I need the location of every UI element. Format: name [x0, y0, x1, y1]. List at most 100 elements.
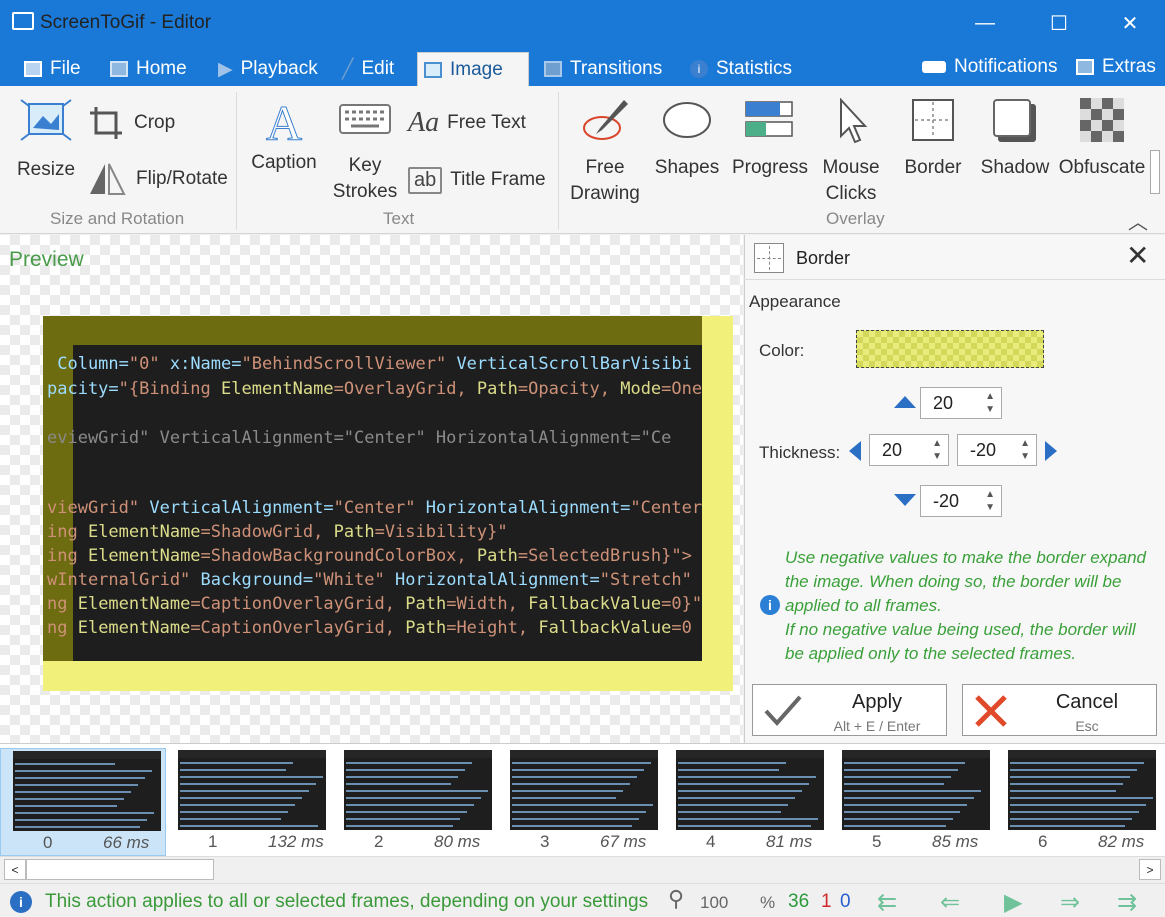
frame-code-line — [15, 826, 140, 828]
frame-code-line — [844, 804, 967, 806]
frame-thumbnail[interactable]: 6 82 ms — [996, 748, 1162, 856]
code-line: ng ElementName=CaptionOverlayGrid, Path=… — [47, 594, 702, 614]
close-panel-button[interactable]: ✕ — [1126, 242, 1149, 270]
frame-code-line — [1010, 811, 1139, 813]
tab-edit[interactable]: ╱ Edit — [336, 52, 400, 86]
more-tools-icon[interactable] — [1150, 150, 1160, 194]
flip-rotate-button[interactable]: Flip/Rotate — [88, 160, 238, 198]
frame-code-line — [346, 804, 474, 806]
left-thickness-input[interactable]: 20 ▲ ▼ — [869, 434, 949, 466]
play-icon[interactable]: ▶ — [1004, 888, 1022, 917]
apply-button[interactable]: Apply Alt + E / Enter — [752, 684, 947, 736]
minimize-button[interactable]: — — [960, 0, 1010, 46]
frame-code-line — [180, 797, 302, 799]
progress-button[interactable]: Progress — [730, 98, 810, 188]
frame-thumbnail[interactable]: 0 66 ms — [0, 748, 166, 856]
frame-thumbnail[interactable]: 2 80 ms — [332, 748, 498, 856]
frame-thumbnail[interactable]: 5 85 ms — [830, 748, 996, 856]
frame-thumbnail[interactable]: 1 132 ms — [166, 748, 332, 856]
scroll-left-button[interactable]: < — [4, 859, 26, 880]
save-icon — [24, 61, 42, 77]
frame-code-line — [1010, 776, 1130, 778]
right-thickness-input[interactable]: -20 ▲ ▼ — [957, 434, 1037, 466]
ellipse-icon — [663, 102, 711, 138]
frame-code-line — [678, 783, 809, 785]
frame-delay: 67 ms — [600, 832, 647, 851]
obfuscate-button[interactable]: Obfuscate — [1058, 98, 1146, 188]
close-button[interactable]: ✕ — [1105, 0, 1155, 46]
shapes-button[interactable]: Shapes — [652, 98, 722, 188]
border-icon — [912, 99, 954, 141]
frame-code-line — [15, 784, 138, 786]
tab-file[interactable]: File — [18, 52, 87, 86]
cancel-button[interactable]: Cancel Esc — [962, 684, 1157, 736]
top-thickness-input[interactable]: 20 ▲ ▼ — [920, 387, 1002, 419]
frame-code-line — [512, 776, 637, 778]
frame-code-line — [346, 769, 465, 771]
frame-code-line — [844, 790, 981, 792]
tab-transitions[interactable]: Transitions — [538, 52, 668, 86]
zoom-icon: ⚲ — [668, 886, 685, 911]
tab-home[interactable]: Home — [104, 52, 193, 86]
key-strokes-button[interactable]: Key Strokes — [330, 104, 400, 204]
zoom-value[interactable]: 100 — [700, 893, 728, 913]
arrow-up-icon[interactable] — [894, 396, 916, 408]
notifications-button[interactable]: Notifications — [916, 50, 1064, 84]
frame-thumbnail[interactable]: 4 81 ms — [664, 748, 830, 856]
collapse-ribbon-icon[interactable]: ︿ — [1128, 206, 1148, 235]
frame-code-line — [678, 762, 786, 764]
code-line: ing ElementName=ShadowBackgroundColorBox… — [47, 546, 692, 566]
maximize-button[interactable]: ☐ — [1034, 0, 1084, 46]
frame-thumbnail[interactable]: 3 67 ms — [498, 748, 664, 856]
frame-number: 4 — [706, 832, 716, 851]
play-icon: ▶ — [218, 58, 233, 80]
frame-code-line — [844, 811, 960, 813]
frame-image — [510, 750, 658, 830]
shadow-icon — [993, 99, 1036, 142]
tab-statistics[interactable]: i Statistics — [684, 52, 798, 86]
previous-frame-icon[interactable]: ⇐ — [940, 888, 960, 917]
code-line: ng ElementName=CaptionOverlayGrid, Path=… — [47, 618, 692, 638]
frame-number: 3 — [540, 832, 550, 851]
scroll-thumb[interactable] — [26, 859, 214, 880]
mouse-clicks-button[interactable]: Mouse Clicks — [816, 97, 886, 208]
frame-code-line — [678, 825, 811, 827]
arrow-down-icon[interactable] — [894, 494, 916, 506]
code-line: pacity="{Binding ElementName=OverlayGrid… — [47, 379, 702, 399]
info-icon: i — [690, 60, 708, 78]
scroll-right-button[interactable]: > — [1139, 859, 1161, 880]
crop-icon — [90, 107, 122, 139]
frame-code-line — [844, 818, 953, 820]
frame-code-line — [15, 791, 131, 793]
code-line: ing ElementName=ShadowGrid, Path=Visibil… — [47, 522, 508, 542]
resize-button[interactable]: Resize — [16, 98, 76, 198]
frame-delay: 80 ms — [434, 832, 481, 851]
close-icon — [975, 695, 1007, 727]
color-picker[interactable] — [856, 330, 1044, 368]
title-frame-button[interactable]: ab Title Frame — [408, 161, 558, 199]
frame-number: 6 — [1038, 832, 1048, 851]
frame-code-line — [180, 783, 316, 785]
title-frame-icon: ab — [408, 166, 443, 194]
frame-code-line — [15, 777, 145, 779]
frame-image — [13, 751, 161, 831]
free-drawing-button[interactable]: Free Drawing — [566, 98, 644, 208]
extras-button[interactable]: Extras — [1070, 50, 1162, 84]
arrow-right-icon[interactable] — [1045, 441, 1057, 461]
next-frame-icon[interactable]: ⇒ — [1060, 888, 1080, 917]
tab-playback[interactable]: ▶ Playback — [212, 52, 324, 86]
free-text-button[interactable]: Aa Free Text — [408, 104, 558, 142]
current-frame: 0 — [840, 891, 851, 912]
first-frame-icon[interactable]: ⇇ — [877, 888, 897, 917]
frame-code-line — [512, 804, 653, 806]
crop-button[interactable]: Crop — [88, 104, 238, 142]
arrow-left-icon[interactable] — [849, 441, 861, 461]
info-icon: i — [10, 891, 32, 913]
bottom-thickness-input[interactable]: -20 ▲ ▼ — [920, 485, 1002, 517]
tab-image[interactable]: Image — [417, 52, 529, 86]
caption-button[interactable]: A Caption — [248, 98, 320, 198]
border-button[interactable]: Border — [898, 98, 968, 188]
last-frame-icon[interactable]: ⇉ — [1117, 888, 1137, 917]
pixelate-icon — [1080, 98, 1124, 142]
shadow-button[interactable]: Shadow — [978, 98, 1052, 188]
